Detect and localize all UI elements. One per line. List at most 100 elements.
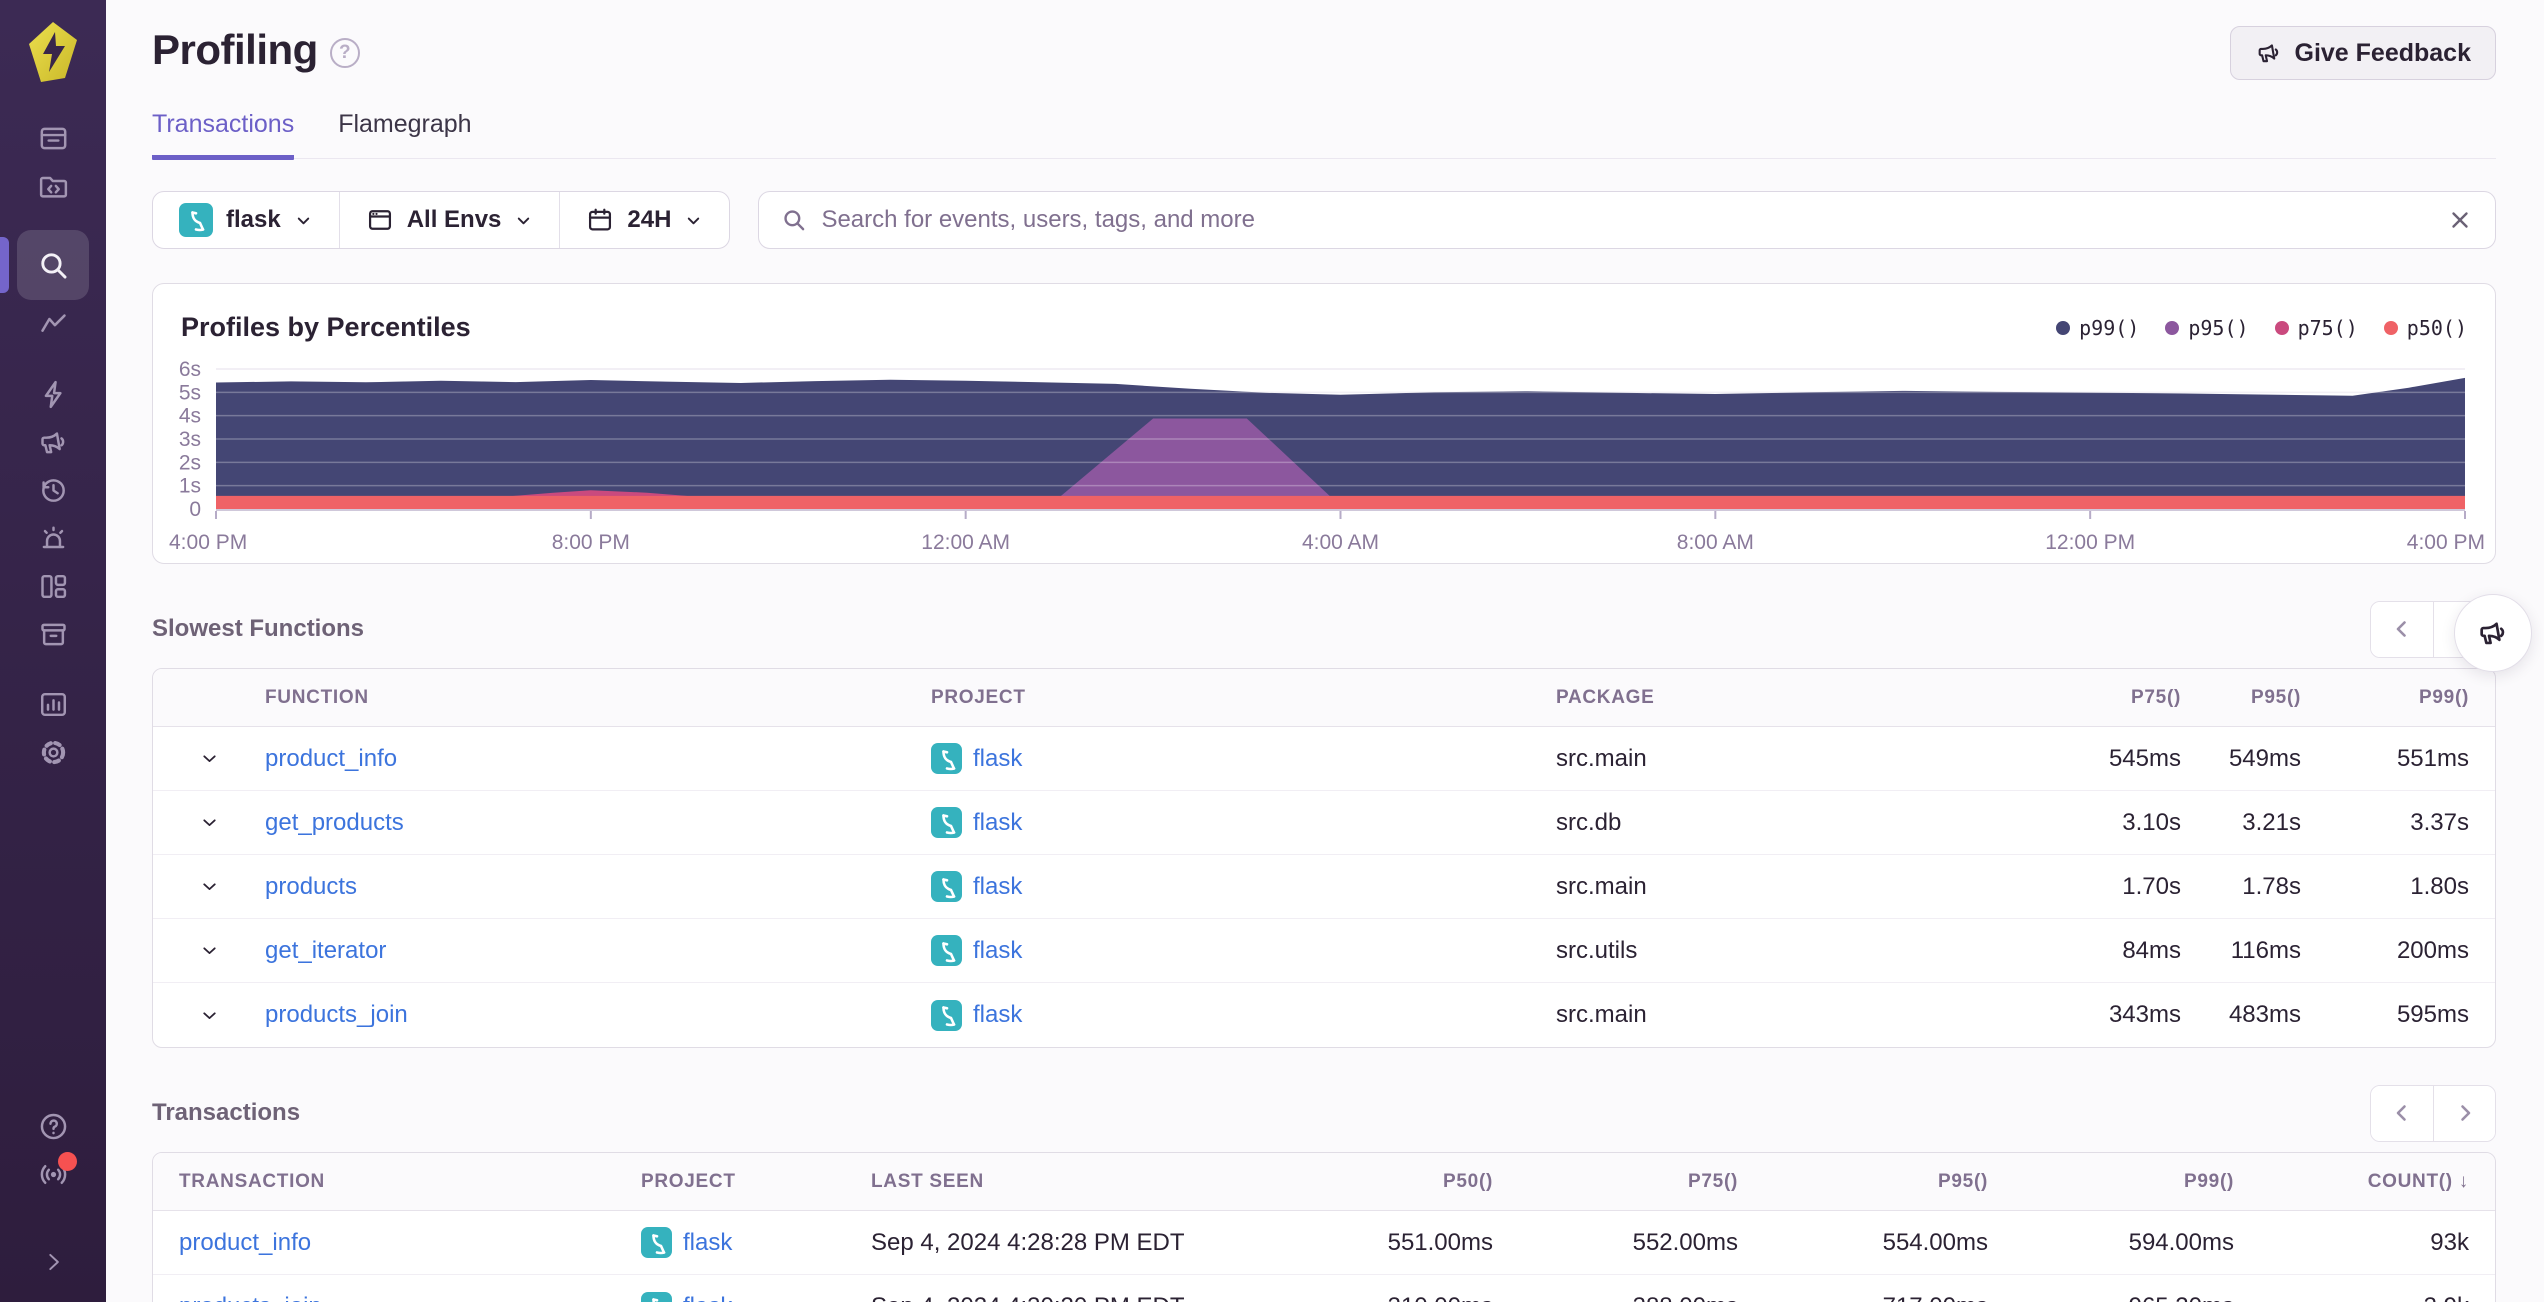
prev-page-button[interactable] <box>2371 601 2433 657</box>
sidebar-footer <box>17 1102 89 1302</box>
settings-gear-icon[interactable] <box>17 728 89 776</box>
last-seen-cell: Sep 4, 2024 4:30:20 PM EDT <box>871 1293 1291 1302</box>
megaphone-icon <box>2480 622 2505 645</box>
expand-row-icon[interactable] <box>153 876 265 897</box>
alerts-siren-icon[interactable] <box>17 514 89 562</box>
legend-dot <box>2056 320 2071 335</box>
floating-feedback-button[interactable] <box>2454 594 2532 672</box>
project-link[interactable]: flask <box>683 1229 732 1257</box>
project-filter[interactable]: flask <box>153 192 339 248</box>
percentiles-chart[interactable]: 6s5s4s3s2s1s0 4:00 PM 8:00 PM 12:00 AM 4:00 … <box>153 357 2493 553</box>
p75-cell: 388.00ms <box>1493 1293 1738 1302</box>
table-row: get_iterator flask src.utils 84ms 116ms 200ms <box>153 919 2495 983</box>
tab-transactions[interactable]: Transactions <box>152 110 295 160</box>
function-link[interactable]: get_products <box>265 809 931 837</box>
p99-cell: 1.80s <box>2410 872 2469 900</box>
project-link[interactable]: flask <box>973 745 1022 773</box>
stats-icon[interactable] <box>17 680 89 728</box>
search-icon[interactable] <box>0 230 89 300</box>
metrics-icon[interactable] <box>17 300 89 348</box>
project-link[interactable]: flask <box>973 1001 1022 1029</box>
project-link[interactable]: flask <box>973 937 1022 965</box>
transaction-link[interactable]: products_join <box>179 1293 641 1302</box>
expand-row-icon[interactable] <box>153 1005 265 1026</box>
p75-cell: 3.10s <box>2122 808 2181 836</box>
project-link[interactable]: flask <box>973 809 1022 837</box>
help-icon[interactable] <box>17 1102 89 1150</box>
replays-clock-icon[interactable] <box>17 466 89 514</box>
flask-project-icon <box>931 743 962 774</box>
table-row: products_join flask src.main 343ms 483ms 595m… <box>153 983 2495 1047</box>
svg-text:5s: 5s <box>179 381 201 404</box>
broadcast-icon[interactable] <box>17 1150 89 1198</box>
table-row: product_info flask src.main 545ms 549ms 551ms <box>153 727 2495 791</box>
chart-title: Profiles by Percentiles <box>181 312 471 342</box>
chevron-down-icon <box>297 217 309 224</box>
legend-item-p75[interactable]: p75() <box>2274 316 2358 340</box>
count-sorted-column[interactable]: COUNT() ↓ <box>2234 1171 2469 1193</box>
search-input[interactable] <box>821 206 2433 234</box>
chevron-down-icon <box>518 217 530 224</box>
chart-legend: p99() p95() p75() p50() <box>2056 316 2467 340</box>
environment-filter-label: All Envs <box>406 206 502 233</box>
table-row: products flask src.main 1.70s 1.78s 1.80s <box>153 855 2495 919</box>
p99-cell: 200ms <box>2396 936 2469 964</box>
transactions-table: TRANSACTION PROJECT LAST SEEN P50() P75(… <box>152 1152 2496 1302</box>
prev-page-button[interactable] <box>2371 1085 2433 1141</box>
date-range-filter[interactable]: 24H <box>559 192 729 248</box>
project-link[interactable]: flask <box>973 873 1022 901</box>
expand-row-icon[interactable] <box>153 940 265 961</box>
megaphone-icon[interactable] <box>17 418 89 466</box>
count-cell: 3.9k <box>2234 1293 2469 1302</box>
svg-text:8:00 PM: 8:00 PM <box>552 531 630 553</box>
p75-cell: 552.00ms <box>1632 1228 1738 1256</box>
transactions-pager <box>2370 1084 2496 1142</box>
p99-cell: 3.37s <box>2410 808 2469 836</box>
p99-cell: 551ms <box>2396 744 2469 772</box>
function-link[interactable]: products <box>265 873 931 901</box>
svg-text:4s: 4s <box>179 405 201 428</box>
legend-item-p95[interactable]: p95() <box>2165 316 2249 340</box>
megaphone-icon <box>2258 44 2278 63</box>
collapse-chevron-icon[interactable] <box>17 1238 89 1286</box>
svg-text:12:00 AM: 12:00 AM <box>921 531 1010 553</box>
legend-item-p50[interactable]: p50() <box>2383 316 2467 340</box>
function-link[interactable]: get_iterator <box>265 937 931 965</box>
sidebar <box>0 0 106 1302</box>
legend-item-p99[interactable]: p99() <box>2056 316 2139 340</box>
tab-flamegraph[interactable]: Flamegraph <box>338 110 471 158</box>
function-link[interactable]: products_join <box>265 1001 931 1029</box>
lightning-icon[interactable] <box>17 370 89 418</box>
page-filter-group: flask All Envs 24H <box>152 191 731 249</box>
transaction-link[interactable]: product_info <box>179 1229 641 1257</box>
expand-row-icon[interactable] <box>153 812 265 833</box>
environment-filter[interactable]: All Envs <box>338 192 560 248</box>
clear-search-icon[interactable] <box>2447 207 2473 233</box>
package-cell: src.main <box>1556 1001 1647 1028</box>
project-link[interactable]: flask <box>683 1293 732 1302</box>
svg-text:3s: 3s <box>179 428 201 451</box>
expand-row-icon[interactable] <box>153 748 265 769</box>
dashboards-icon[interactable] <box>17 562 89 610</box>
slowest-functions-table: FUNCTION PROJECT PACKAGE P75() P95() P99… <box>152 668 2496 1048</box>
flask-project-icon <box>641 1291 672 1302</box>
p95-cell: 554.00ms <box>1882 1228 1988 1256</box>
svg-text:1s: 1s <box>179 475 201 498</box>
count-cell: 93k <box>2430 1228 2469 1256</box>
legend-dot <box>2165 320 2180 335</box>
p95-cell: 717.00ms <box>1738 1293 1988 1302</box>
flask-project-icon <box>931 935 962 966</box>
projects-code-icon[interactable] <box>17 162 89 210</box>
page-help-icon[interactable]: ? <box>329 38 360 68</box>
p95-cell: 483ms <box>2228 1001 2301 1028</box>
function-link[interactable]: product_info <box>265 745 931 773</box>
releases-box-icon[interactable] <box>17 610 89 658</box>
issues-icon[interactable] <box>17 114 89 162</box>
sentry-logo-icon[interactable] <box>21 20 85 84</box>
give-feedback-button[interactable]: Give Feedback <box>2229 26 2496 80</box>
p99-cell: 594.00ms <box>2128 1228 2234 1256</box>
flask-project-icon <box>931 807 962 838</box>
svg-text:4:00 AM: 4:00 AM <box>1302 531 1379 553</box>
next-page-button[interactable] <box>2433 1085 2495 1141</box>
svg-text:0: 0 <box>189 498 201 521</box>
